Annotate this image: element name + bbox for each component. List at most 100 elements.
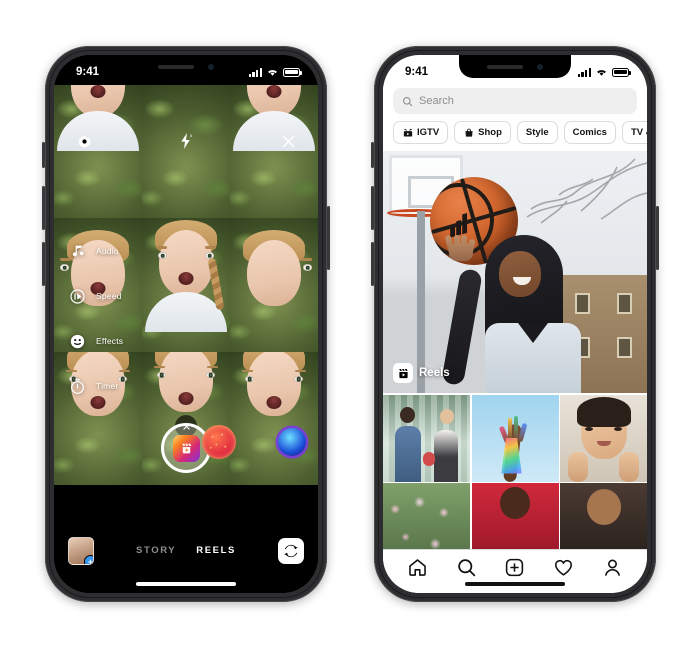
- close-icon[interactable]: [274, 127, 302, 155]
- wifi-icon: [268, 70, 277, 76]
- power-button[interactable]: [327, 206, 330, 270]
- mute-switch[interactable]: [371, 142, 374, 168]
- earpiece-speaker: [487, 64, 523, 69]
- explore-thumb-couple[interactable]: [383, 394, 470, 482]
- category-chips: IGTV Shop Style Comics TV: [393, 121, 647, 144]
- athlete-figure: [441, 233, 595, 393]
- jersey: [485, 323, 581, 393]
- screenshot-canvas: x Audio Speed Effects Timer + STORY REEL…: [0, 0, 700, 653]
- category-chip-tv-movies[interactable]: TV & Movies: [621, 121, 647, 144]
- mode-reels[interactable]: REELS: [196, 545, 236, 556]
- battery-icon: [612, 67, 631, 77]
- home-indicator[interactable]: [465, 582, 565, 586]
- shopping-bag-icon: [463, 127, 474, 138]
- explore-thumb-red-dress[interactable]: [471, 483, 559, 549]
- explore-thumb-flowers[interactable]: [383, 483, 470, 549]
- status-icons: [577, 67, 631, 77]
- reels-icon: [172, 434, 200, 462]
- status-time: 9:41: [76, 66, 100, 78]
- nav-profile[interactable]: [601, 556, 624, 579]
- effect-thumb-sparkle[interactable]: [202, 425, 236, 459]
- front-camera: [208, 63, 214, 70]
- side-tool-label: Audio: [96, 246, 119, 256]
- camera-top-controls: x: [54, 121, 318, 161]
- side-tool-effects[interactable]: Effects: [67, 327, 123, 355]
- effects-icon: [67, 331, 87, 351]
- category-chip-igtv[interactable]: IGTV: [393, 121, 449, 144]
- volume-up-button[interactable]: [42, 186, 45, 230]
- phone-screen-right: Search IGTV Shop Style Comics TV Reels 9…: [383, 55, 647, 593]
- category-label: Shop: [478, 127, 502, 138]
- wifi-icon: [597, 70, 606, 76]
- category-chip-shop[interactable]: Shop: [454, 121, 511, 144]
- nav-home[interactable]: [406, 556, 429, 579]
- timer-icon: [67, 376, 87, 396]
- side-tool-speed[interactable]: Speed: [67, 282, 123, 310]
- search-icon: [403, 96, 413, 106]
- preview-tile: [230, 218, 318, 352]
- audio-icon: [67, 241, 87, 261]
- volume-up-button[interactable]: [371, 186, 374, 230]
- search-placeholder: Search: [419, 95, 454, 107]
- reels-camera-screen: x Audio Speed Effects Timer + STORY REEL…: [54, 55, 318, 593]
- device-notch: [130, 55, 242, 78]
- mode-story[interactable]: STORY: [136, 545, 176, 556]
- device-notch: [459, 55, 571, 78]
- category-label: Comics: [572, 127, 607, 138]
- nav-search[interactable]: [455, 556, 478, 579]
- category-chip-style[interactable]: Style: [516, 121, 558, 144]
- explore-header: Search IGTV Shop Style Comics TV: [383, 85, 647, 150]
- category-label: Style: [525, 127, 549, 138]
- hand: [444, 227, 477, 261]
- bottom-navigation-bar: [383, 549, 647, 593]
- volume-down-button[interactable]: [371, 242, 374, 286]
- explore-screen: Search IGTV Shop Style Comics TV Reels: [383, 55, 647, 593]
- power-button[interactable]: [656, 206, 659, 270]
- category-label: IGTV: [417, 127, 440, 138]
- category-chip-comics[interactable]: Comics: [563, 121, 616, 144]
- front-camera: [537, 63, 543, 70]
- featured-reel-card[interactable]: Reels: [383, 151, 647, 393]
- flip-camera-icon[interactable]: [278, 538, 304, 564]
- earpiece-speaker: [158, 64, 194, 69]
- category-label: TV & Movies: [630, 127, 647, 138]
- nav-add[interactable]: [503, 556, 526, 579]
- igtv-icon: [402, 127, 413, 138]
- flash-off-icon[interactable]: x: [172, 127, 200, 155]
- phone-device-left: x Audio Speed Effects Timer + STORY REEL…: [42, 46, 330, 602]
- search-input[interactable]: Search: [393, 88, 637, 114]
- reels-icon: [393, 363, 413, 383]
- phone-screen-left: x Audio Speed Effects Timer + STORY REEL…: [54, 55, 318, 593]
- side-tool-timer[interactable]: Timer: [67, 372, 123, 400]
- status-icons: [248, 67, 302, 77]
- camera-side-tools: Audio Speed Effects Timer: [67, 237, 123, 417]
- settings-icon[interactable]: [70, 127, 98, 155]
- home-indicator[interactable]: [136, 582, 236, 586]
- phone-device-right: Search IGTV Shop Style Comics TV Reels 9…: [371, 46, 659, 602]
- explore-thumb-portrait[interactable]: [560, 394, 647, 482]
- reels-badge-label: Reels: [419, 367, 450, 379]
- camera-bottom-bar: + STORY REELS: [54, 485, 318, 593]
- explore-thumb-glitter-hand[interactable]: [471, 394, 559, 482]
- nav-activity[interactable]: [552, 556, 575, 579]
- side-tool-label: Speed: [96, 291, 122, 301]
- battery-icon: [283, 67, 302, 77]
- face: [499, 251, 541, 297]
- explore-thumb-dark-portrait[interactable]: [560, 483, 647, 549]
- svg-text:x: x: [190, 133, 193, 138]
- effect-thumb-blue[interactable]: [278, 428, 306, 456]
- mute-switch[interactable]: [42, 142, 45, 168]
- volume-down-button[interactable]: [42, 242, 45, 286]
- side-tool-label: Timer: [96, 381, 119, 391]
- explore-grid-row-1: [383, 394, 647, 482]
- speed-icon: [67, 286, 87, 306]
- camera-shutter-row: [54, 417, 318, 479]
- explore-body[interactable]: Reels: [383, 151, 647, 549]
- cellular-bars-icon: [577, 67, 591, 77]
- side-tool-audio[interactable]: Audio: [67, 237, 123, 265]
- camera-preview[interactable]: x Audio Speed Effects Timer: [54, 85, 318, 485]
- reels-badge: Reels: [393, 363, 450, 383]
- cellular-bars-icon: [248, 67, 262, 77]
- side-tool-label: Effects: [96, 336, 124, 346]
- status-time: 9:41: [405, 66, 429, 78]
